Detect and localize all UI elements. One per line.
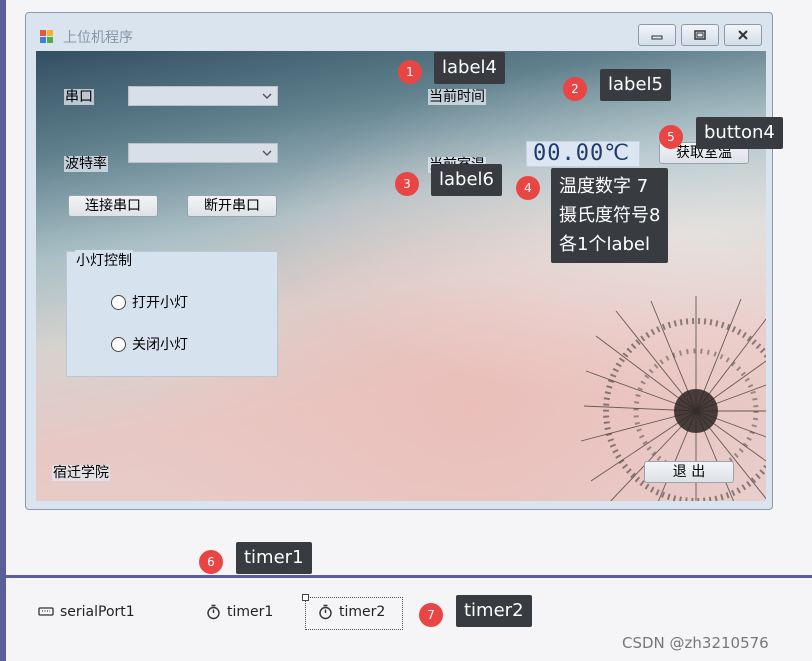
port-combobox[interactable] xyxy=(128,86,278,106)
light-control-groupbox: 小灯控制 打开小灯 关闭小灯 xyxy=(66,250,278,377)
timer-icon xyxy=(319,604,332,620)
designer-left-strip xyxy=(0,0,6,661)
radio-light-on[interactable]: 打开小灯 xyxy=(111,292,188,312)
annotation-callout-label6: label6 xyxy=(431,164,502,196)
connect-port-button[interactable]: 连接串口 xyxy=(68,195,158,217)
component-serialport1[interactable]: serialPort1 xyxy=(38,604,135,620)
annotation-badge-7: 7 xyxy=(419,603,443,627)
baud-combobox[interactable] xyxy=(128,143,278,163)
component-tray-divider xyxy=(6,575,812,578)
selection-handle[interactable] xyxy=(302,594,309,601)
annotation-badge-4: 4 xyxy=(516,176,540,200)
annotation-badge-5: 5 xyxy=(659,125,683,149)
annotation-badge-2: 2 xyxy=(563,77,587,101)
component-timer1[interactable]: timer1 xyxy=(206,604,273,620)
annotation-callout-button4: button4 xyxy=(696,117,783,149)
annotation-line: 摄氏度符号8 xyxy=(559,205,661,226)
groupbox-title: 小灯控制 xyxy=(75,250,133,270)
baud-label: 波特率 xyxy=(64,156,108,172)
maximize-button[interactable] xyxy=(681,24,719,46)
titlebar: 上位机程序 xyxy=(26,13,772,51)
annotation-badge-1: 1 xyxy=(398,60,422,84)
radio-light-on-label: 打开小灯 xyxy=(132,295,188,311)
radio-light-off[interactable]: 关闭小灯 xyxy=(111,334,188,354)
component-timer2[interactable]: timer2 xyxy=(318,604,385,620)
close-icon xyxy=(738,30,748,40)
annotation-callout-timer2: timer2 xyxy=(456,595,532,627)
annotation-badge-3: 3 xyxy=(395,172,419,196)
annotation-callout-temperature: 温度数字 7 摄氏度符号8 各1个label xyxy=(551,168,669,263)
component-label: timer2 xyxy=(339,604,386,620)
current-time-label: 当前时间 xyxy=(428,89,486,105)
radio-light-off-label: 关闭小灯 xyxy=(132,337,188,353)
annotation-callout-label4: label4 xyxy=(434,52,505,84)
watermark-text: CSDN @zh3210576 xyxy=(622,634,769,652)
temperature-display: 00.00℃ xyxy=(526,141,640,167)
annotation-line: 温度数字 7 xyxy=(559,176,649,197)
exit-button[interactable]: 退 出 xyxy=(644,461,734,483)
radio-circle-icon xyxy=(111,336,126,352)
annotation-line: 各1个label xyxy=(559,234,650,255)
chevron-down-icon xyxy=(262,150,272,156)
annotation-callout-label5: label5 xyxy=(600,69,671,101)
timer-icon xyxy=(207,604,220,620)
window-title: 上位机程序 xyxy=(63,30,133,46)
annotation-callout-timer1: timer1 xyxy=(236,542,312,574)
serial-port-icon xyxy=(38,607,54,616)
annotation-badge-6: 6 xyxy=(199,550,223,574)
maximize-icon xyxy=(694,30,706,40)
form-client-area: 串口 波特率 连接串口 断开串口 小灯控制 打开小灯 关闭小灯 当前时间 当前室… xyxy=(36,51,766,501)
radio-circle-icon xyxy=(111,294,126,310)
port-label: 串口 xyxy=(64,89,94,105)
disconnect-port-button[interactable]: 断开串口 xyxy=(187,195,277,217)
minimize-icon xyxy=(651,35,663,40)
app-icon xyxy=(40,30,53,43)
component-label: serialPort1 xyxy=(60,604,135,620)
chevron-down-icon xyxy=(262,93,272,99)
close-button[interactable] xyxy=(724,24,762,46)
component-label: timer1 xyxy=(227,604,274,620)
school-label: 宿迁学院 xyxy=(52,465,110,481)
minimize-button[interactable] xyxy=(638,24,676,46)
